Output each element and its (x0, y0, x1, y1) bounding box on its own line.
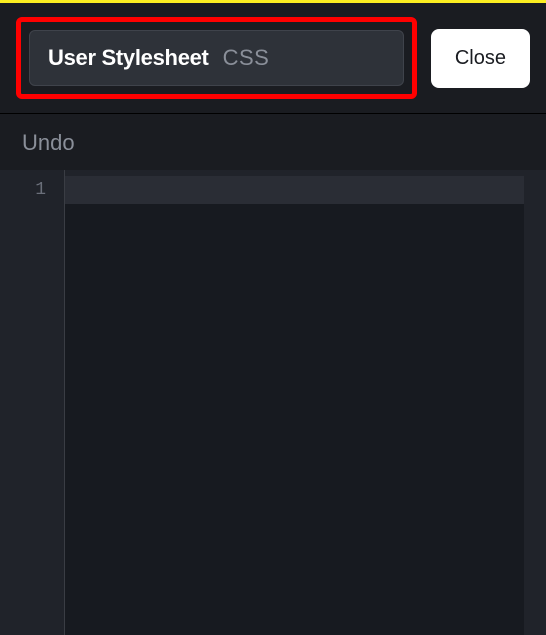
code-text-area[interactable] (65, 170, 546, 635)
header-bar: User Stylesheet CSS Close (0, 3, 546, 113)
title-input[interactable]: User Stylesheet CSS (29, 30, 404, 86)
toolbar: Undo (0, 114, 546, 170)
sheet-title: User Stylesheet (48, 45, 209, 71)
code-editor[interactable]: 1 (0, 170, 546, 635)
close-button[interactable]: Close (431, 29, 530, 88)
line-number-gutter: 1 (0, 170, 64, 635)
code-body[interactable] (65, 204, 524, 635)
undo-button[interactable]: Undo (22, 130, 75, 155)
line-number: 1 (0, 176, 64, 204)
scrollbar-track[interactable] (524, 170, 546, 635)
current-line-highlight (65, 176, 546, 204)
language-badge: CSS (223, 45, 270, 71)
title-highlight-box: User Stylesheet CSS (16, 17, 417, 99)
